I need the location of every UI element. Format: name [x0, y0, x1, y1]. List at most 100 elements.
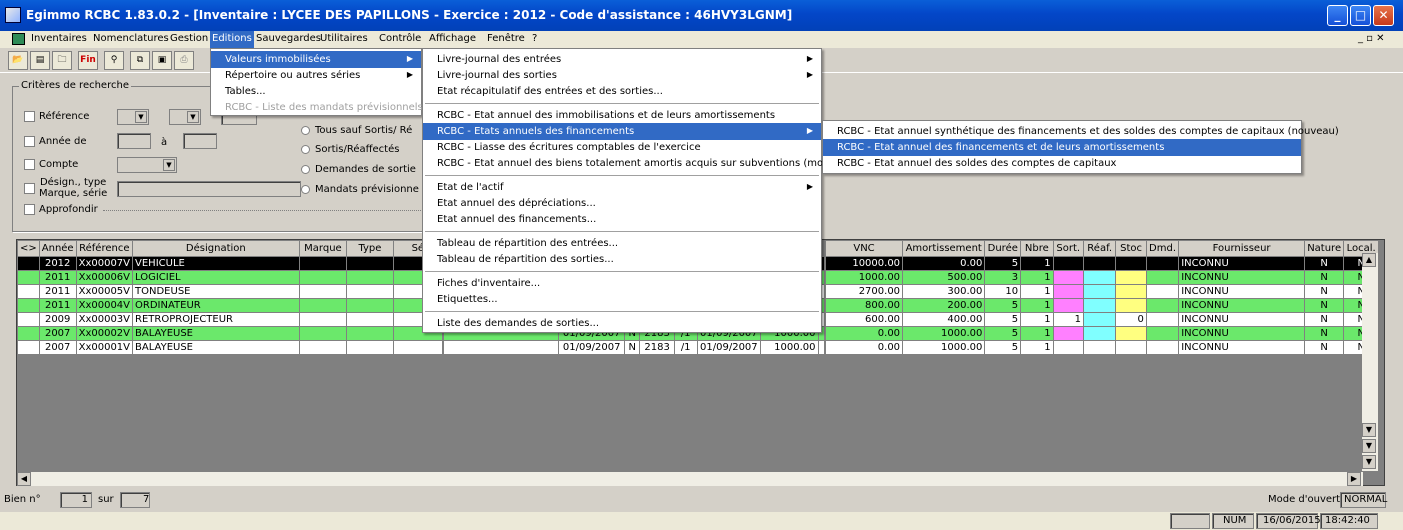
menu-etat-actif[interactable]: Etat de l'actif ▶ — [423, 179, 821, 196]
chevron-down-icon[interactable]: ▼ — [135, 111, 147, 123]
binoculars-icon[interactable]: ⚲ — [104, 51, 124, 70]
menu-valeurs-immobilisees[interactable]: Valeurs immobilisées ▶ — [211, 51, 421, 68]
scroll-up-icon[interactable]: ▲ — [1362, 253, 1376, 267]
menu-depreciations[interactable]: Etat annuel des dépréciations... — [423, 195, 821, 212]
table-row[interactable]: 800.00200.0051INCONNUNN — [824, 298, 1379, 313]
paste-icon[interactable]: ▣ — [152, 51, 172, 70]
mdi-controls-icon[interactable]: _ ▫ ✕ — [1358, 33, 1385, 44]
menu-repartition-sorties[interactable]: Tableau de répartition des sorties... — [423, 251, 821, 268]
table-row[interactable]: 0.001000.0051INCONNUNN — [824, 340, 1379, 355]
document-icon[interactable]: ▤ — [30, 51, 50, 70]
table-row[interactable]: 2009 Xx00003V RETROPROJECTEUR — [17, 312, 444, 327]
annee-from-input[interactable] — [117, 133, 151, 149]
col-type[interactable]: Type — [346, 240, 394, 257]
doc-icon[interactable] — [12, 33, 25, 45]
open-folder-icon[interactable]: 📂 — [8, 51, 28, 70]
col-nbre[interactable]: Nbre — [1020, 240, 1054, 257]
vertical-scrollbar[interactable]: ▲ ▼ ▼ ▼ — [1362, 253, 1378, 471]
menu-repertoire[interactable]: Répertoire ou autres séries ▶ — [211, 67, 421, 84]
scroll-end-icon[interactable]: ▼ — [1362, 455, 1376, 469]
menu-etat-recap[interactable]: Etat récapitulatif des entrées et des so… — [423, 83, 821, 100]
minimize-button[interactable]: _ — [1327, 5, 1348, 26]
menu-help[interactable]: ? — [532, 33, 537, 44]
table-row[interactable]: 600.00400.005110INCONNUNN — [824, 312, 1379, 327]
designation-input[interactable] — [117, 181, 301, 197]
menu-controle[interactable]: Contrôle — [379, 33, 421, 44]
menu-financements-amortissements[interactable]: RCBC - Etat annuel des financements et d… — [823, 139, 1301, 156]
menu-utilitaires[interactable]: Utilitaires — [320, 33, 368, 44]
app-icon[interactable] — [5, 7, 21, 23]
menu-synthetique[interactable]: RCBC - Etat annuel synthétique des finan… — [823, 123, 1339, 140]
col-stoc[interactable]: Stoc — [1115, 240, 1147, 257]
menu-repartition-entrees[interactable]: Tableau de répartition des entrées... — [423, 235, 821, 252]
scroll-down-icon[interactable]: ▼ — [1362, 423, 1376, 437]
bien-input[interactable]: 1 — [60, 492, 92, 508]
menu-etat-financements[interactable]: Etat annuel des financements... — [423, 211, 821, 228]
menu-fiches-inventaire[interactable]: Fiches d'inventaire... — [423, 275, 821, 292]
folder-icon[interactable]: 🗀 — [52, 51, 72, 70]
menu-livre-sorties[interactable]: Livre-journal des sorties ▶ — [423, 67, 821, 84]
menu-livre-entrees[interactable]: Livre-journal des entrées ▶ — [423, 51, 821, 68]
print-icon[interactable]: ⎙ — [174, 51, 194, 70]
table-row[interactable]: 0.001000.0051INCONNUNN — [824, 326, 1379, 341]
fin-button[interactable]: Fin — [78, 51, 98, 70]
table-row[interactable]: 2011 Xx00004V ORDINATEUR — [17, 298, 444, 313]
radio-mandats[interactable] — [301, 185, 310, 194]
menu-rcbc-financements[interactable]: RCBC - Etats annuels des financements ▶ — [423, 123, 821, 140]
menu-soldes-capitaux[interactable]: RCBC - Etat annuel des soldes des compte… — [823, 155, 1301, 172]
table-row[interactable]: 2011 Xx00006V LOGICIEL — [17, 270, 444, 285]
annee-checkbox[interactable] — [24, 136, 35, 147]
annee-to-input[interactable] — [183, 133, 217, 149]
menu-fenetre[interactable]: Fenêtre — [487, 33, 525, 44]
col-sort[interactable]: <> — [17, 240, 40, 257]
col-reaf[interactable]: Réaf. — [1082, 240, 1117, 257]
menu-inventaires[interactable]: Inventaires — [31, 33, 87, 44]
scroll-left-icon[interactable]: ◀ — [17, 472, 31, 486]
close-button[interactable]: ✕ — [1373, 5, 1394, 26]
scroll-right-icon[interactable]: ▶ — [1347, 472, 1361, 486]
chevron-down-icon[interactable]: ▼ — [187, 111, 199, 123]
radio-sortis[interactable] — [301, 145, 310, 154]
menu-rcbc-liasse[interactable]: RCBC - Liasse des écritures comptables d… — [423, 139, 821, 156]
col-dmd[interactable]: Dmd. — [1145, 240, 1180, 257]
menu-rcbc-biens-amortis[interactable]: RCBC - Etat annuel des biens totalement … — [423, 155, 849, 172]
table-row[interactable]: 01/09/2007 N 2183/1 01/09/2007 1000.00 — [442, 340, 825, 355]
col-duree[interactable]: Durée — [984, 240, 1022, 257]
col-reference[interactable]: Référence — [75, 240, 134, 257]
menu-rcbc-immobilisations[interactable]: RCBC - Etat annuel des immobilisations e… — [423, 107, 821, 124]
col-designation[interactable]: Désignation — [132, 240, 300, 257]
menu-sauvegardes[interactable]: Sauvegardes — [256, 33, 321, 44]
table-row[interactable]: 2007 Xx00002V BALAYEUSE — [17, 326, 444, 341]
horizontal-scrollbar[interactable]: ◀ ▶ — [17, 471, 1363, 486]
design-checkbox[interactable] — [24, 183, 35, 194]
col-fournisseur[interactable]: Fournisseur — [1178, 240, 1305, 257]
menu-nomenclatures[interactable]: Nomenclatures — [93, 33, 169, 44]
table-row[interactable]: 2007 Xx00001V BALAYEUSE — [17, 340, 444, 355]
compte-checkbox[interactable] — [24, 159, 35, 170]
table-row[interactable]: 2012 Xx00007V VEHICULE — [17, 256, 444, 271]
radio-demandes[interactable] — [301, 165, 310, 174]
menu-gestion[interactable]: Gestion — [170, 33, 208, 44]
col-amortissement[interactable]: Amortissement — [902, 240, 986, 257]
reference-combo-2[interactable]: ▼ — [169, 109, 201, 125]
table-row[interactable]: 2700.00300.00101INCONNUNN — [824, 284, 1379, 299]
col-annee[interactable]: Année — [38, 240, 77, 257]
reference-combo-1[interactable]: ▼ — [117, 109, 149, 125]
menu-etiquettes[interactable]: Etiquettes... — [423, 291, 821, 308]
chevron-down-icon[interactable]: ▼ — [163, 159, 175, 171]
radio-tous[interactable] — [301, 126, 310, 135]
copy-icon[interactable]: ⧉ — [130, 51, 150, 70]
table-row[interactable]: 2011 Xx00005V TONDEUSE — [17, 284, 444, 299]
table-row[interactable]: 10000.000.0051INCONNUNN — [824, 256, 1379, 271]
col-sort[interactable]: Sort. — [1052, 240, 1084, 257]
compte-combo[interactable]: ▼ — [117, 157, 177, 173]
col-marque[interactable]: Marque — [298, 240, 348, 257]
scroll-next-icon[interactable]: ▼ — [1362, 439, 1376, 453]
menu-editions[interactable]: Editions — [210, 31, 254, 48]
menu-liste-demandes[interactable]: Liste des demandes de sorties... — [423, 315, 821, 332]
maximize-button[interactable]: □ — [1350, 5, 1371, 26]
col-vnc[interactable]: VNC — [824, 240, 904, 257]
menu-tables[interactable]: Tables... — [211, 83, 421, 100]
reference-checkbox[interactable] — [24, 111, 35, 122]
menu-affichage[interactable]: Affichage — [429, 33, 476, 44]
